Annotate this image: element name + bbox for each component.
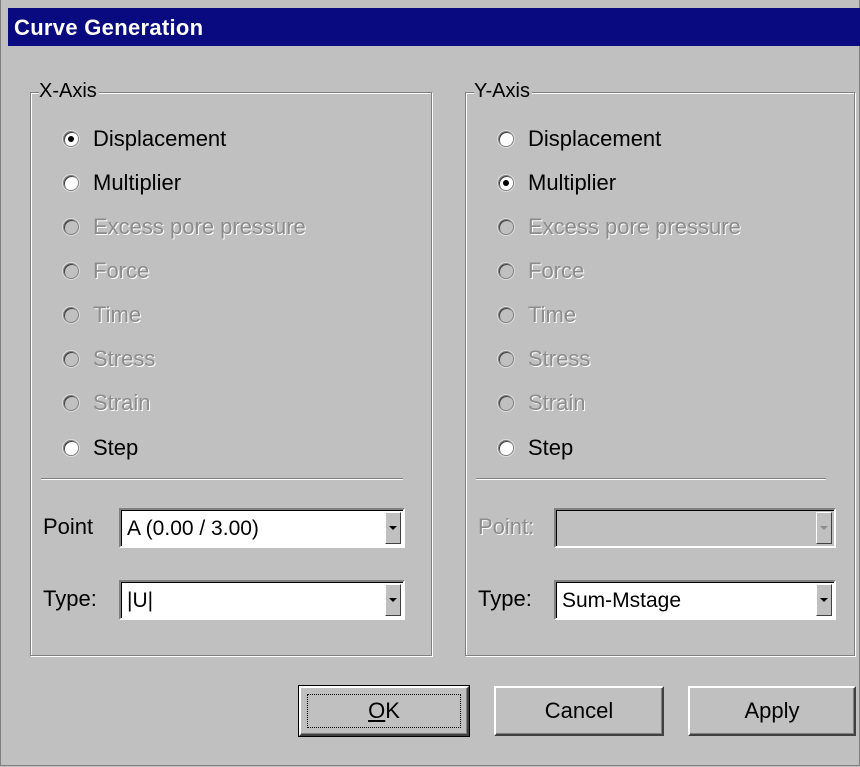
radio-button-icon bbox=[63, 219, 79, 235]
radio-label: Force bbox=[93, 258, 150, 283]
apply-button[interactable]: Apply bbox=[688, 686, 856, 736]
y-axis-radio-strain: Strain bbox=[498, 388, 585, 418]
ok-button[interactable]: OK bbox=[298, 685, 470, 737]
y-axis-point-select bbox=[554, 508, 836, 548]
radio-label: Strain bbox=[528, 390, 586, 415]
y-axis-radio-time: Time bbox=[498, 300, 576, 330]
x-axis-radio-excess-pore-pressure: Excess pore pressure bbox=[63, 212, 306, 242]
y-axis-radio-displacement[interactable]: Displacement bbox=[498, 124, 661, 154]
chevron-down-icon[interactable] bbox=[385, 512, 401, 544]
x-axis-radio-force: Force bbox=[63, 256, 149, 286]
radio-label: Time bbox=[528, 302, 577, 327]
radio-label: Displacement bbox=[528, 126, 662, 151]
radio-button-icon bbox=[63, 440, 79, 456]
radio-button-icon bbox=[63, 175, 79, 191]
radio-label: Excess pore pressure bbox=[528, 214, 741, 239]
x-axis-radio-multiplier[interactable]: Multiplier bbox=[63, 168, 181, 198]
x-axis-point-label: Point bbox=[43, 514, 94, 539]
radio-button-icon bbox=[498, 131, 514, 147]
radio-label: Step bbox=[528, 435, 574, 460]
x-axis-type-value: |U| bbox=[127, 589, 154, 612]
y-axis-separator bbox=[476, 478, 826, 480]
radio-button-icon bbox=[63, 131, 79, 147]
radio-label: Step bbox=[93, 435, 139, 460]
x-axis-radio-displacement[interactable]: Displacement bbox=[63, 124, 226, 154]
y-axis-group-label: Y-Axis bbox=[474, 80, 532, 103]
radio-button-icon bbox=[63, 351, 79, 367]
chevron-down-icon[interactable] bbox=[385, 584, 401, 616]
x-axis-radio-stress: Stress bbox=[63, 344, 155, 374]
focus-rectangle bbox=[307, 694, 461, 728]
x-axis-point-select[interactable]: A (0.00 / 3.00) bbox=[119, 508, 405, 548]
y-axis-radio-excess-pore-pressure: Excess pore pressure bbox=[498, 212, 741, 242]
cancel-button-label: Cancel bbox=[544, 698, 614, 723]
y-axis-type-value: Sum-Mstage bbox=[562, 589, 682, 612]
x-axis-radio-step[interactable]: Step bbox=[63, 433, 138, 463]
chevron-down-icon[interactable] bbox=[816, 584, 832, 616]
x-axis-separator bbox=[41, 478, 403, 480]
y-axis-type-select[interactable]: Sum-Mstage bbox=[554, 580, 836, 620]
radio-label: Stress bbox=[528, 346, 591, 371]
radio-button-icon bbox=[498, 395, 514, 411]
x-axis-radio-strain: Strain bbox=[63, 388, 150, 418]
radio-button-icon bbox=[498, 219, 514, 235]
title-bar[interactable]: Curve Generation bbox=[8, 8, 860, 46]
radio-label: Force bbox=[528, 258, 585, 283]
y-axis-type-label: Type: bbox=[478, 586, 532, 611]
y-axis-radio-step[interactable]: Step bbox=[498, 433, 573, 463]
x-axis-group: X-Axis Displacement Multiplier Excess po… bbox=[30, 80, 432, 656]
radio-button-icon bbox=[63, 263, 79, 279]
radio-label: Strain bbox=[93, 390, 151, 415]
radio-label: Multiplier bbox=[528, 170, 617, 195]
radio-label: Time bbox=[93, 302, 142, 327]
y-axis-radio-stress: Stress bbox=[498, 344, 590, 374]
radio-button-icon bbox=[63, 395, 79, 411]
chevron-down-icon bbox=[816, 512, 832, 544]
radio-button-icon bbox=[498, 263, 514, 279]
apply-button-label: Apply bbox=[744, 698, 800, 723]
radio-button-icon bbox=[63, 307, 79, 323]
cancel-button[interactable]: Cancel bbox=[494, 686, 664, 736]
radio-button-icon bbox=[498, 307, 514, 323]
x-axis-point-value: A (0.00 / 3.00) bbox=[127, 517, 259, 540]
x-axis-type-label: Type: bbox=[43, 586, 97, 611]
radio-label: Excess pore pressure bbox=[93, 214, 306, 239]
x-axis-type-select[interactable]: |U| bbox=[119, 580, 405, 620]
radio-label: Stress bbox=[93, 346, 156, 371]
window-title: Curve Generation bbox=[14, 15, 204, 40]
y-axis-radio-force: Force bbox=[498, 256, 584, 286]
radio-label: Multiplier bbox=[93, 170, 182, 195]
y-axis-radio-multiplier[interactable]: Multiplier bbox=[498, 168, 616, 198]
curve-generation-dialog: Curve Generation X-Axis Displacement Mul… bbox=[0, 0, 860, 767]
x-axis-radio-time: Time bbox=[63, 300, 141, 330]
y-axis-point-label: Point: bbox=[478, 514, 535, 539]
y-axis-group: Y-Axis Displacement Multiplier Excess po… bbox=[465, 80, 855, 656]
x-axis-group-label: X-Axis bbox=[39, 80, 99, 103]
radio-label: Displacement bbox=[93, 126, 227, 151]
radio-button-icon bbox=[498, 175, 514, 191]
radio-button-icon bbox=[498, 351, 514, 367]
radio-button-icon bbox=[498, 440, 514, 456]
